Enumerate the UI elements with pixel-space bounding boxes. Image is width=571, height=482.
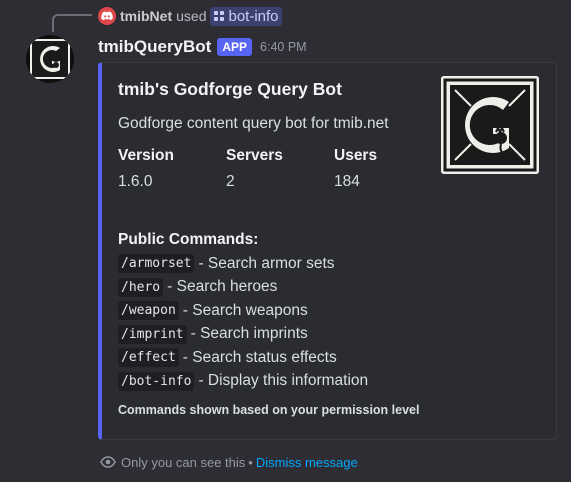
field-users: Users 184 [334,147,377,191]
ephemeral-separator: • [248,454,253,470]
command-desc: - Display this information [198,372,369,390]
dismiss-message-link[interactable]: Dismiss message [256,455,358,470]
embed-title: tmib's Godforge Query Bot [118,79,342,99]
command-code: /imprint [118,324,187,344]
message-timestamp[interactable]: 6:40 PM [260,40,307,54]
field-users-value: 184 [334,173,360,190]
field-servers-value: 2 [226,173,235,190]
reply-used-text: used [176,8,207,24]
command-desc: - Search weapons [182,301,308,319]
app-command-icon [214,11,225,21]
command-code: /weapon [118,301,179,321]
embed-description: Godforge content query bot for tmib.net [118,115,389,132]
field-servers-name: Servers [226,147,283,164]
bot-avatar[interactable] [26,35,74,83]
command-code: /armorset [118,254,195,274]
command-item: /armorset - Search armor sets [118,252,368,276]
command-item: /weapon - Search weapons [118,299,368,323]
command-desc: - Search status effects [182,348,337,366]
command-item: /bot-info - Display this information [118,370,368,394]
reply-username[interactable]: tmibNet [120,8,172,24]
reply-spine [52,14,92,32]
ephemeral-notice: Only you can see this • Dismiss message [100,453,358,471]
bot-info-embed: tmib's Godforge Query Bot Godforge conte… [98,62,557,440]
discord-icon [98,7,116,25]
commands-title: Public Commands: [118,231,259,248]
command-item: /imprint - Search imprints [118,323,368,347]
field-servers: Servers 2 [226,147,283,191]
public-commands: Public Commands: /armorset - Search armor… [118,231,368,393]
eye-icon [100,456,116,468]
field-version-value: 1.6.0 [118,173,153,190]
command-desc: - Search armor sets [198,254,335,272]
command-code: /bot-info [118,371,195,391]
reply-context[interactable]: tmibNet used bot-info [98,5,282,27]
field-version-name: Version [118,147,174,164]
ephemeral-text: Only you can see this [121,454,246,470]
command-code: /hero [118,277,164,297]
embed-footer-note: Commands shown based on your permission … [118,403,420,417]
field-version: Version 1.6.0 [118,147,174,191]
command-desc: - Search imprints [190,325,308,343]
embed-thumbnail[interactable] [441,76,539,174]
command-item: /effect - Search status effects [118,346,368,370]
command-code: /effect [118,348,179,368]
command-item: /hero - Search heroes [118,276,368,300]
reply-command-name: bot-info [228,7,279,25]
message-header: tmibQueryBot APP 6:40 PM [98,35,307,59]
field-users-name: Users [334,147,378,164]
app-badge: APP [217,38,253,56]
command-desc: - Search heroes [167,278,278,296]
reply-command-chip[interactable]: bot-info [210,6,282,26]
bot-name[interactable]: tmibQueryBot [98,37,211,57]
